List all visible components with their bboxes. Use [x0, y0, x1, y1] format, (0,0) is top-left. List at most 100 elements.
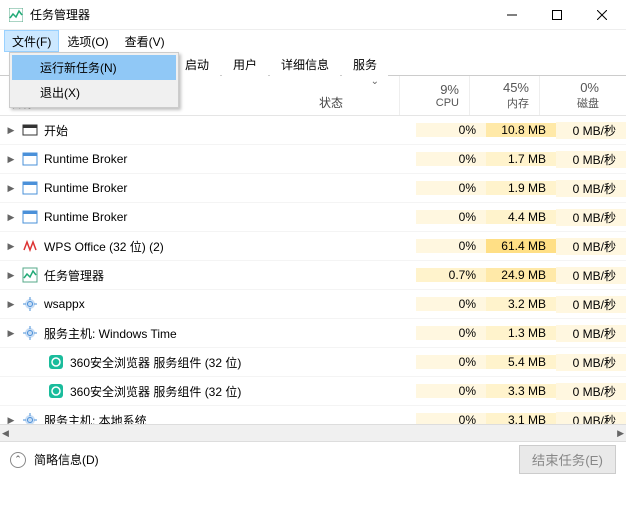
process-row[interactable]: ▶ Runtime Broker 0%1.9 MB0 MB/秒 [0, 174, 626, 203]
360-icon [48, 383, 64, 399]
menu-new-task[interactable]: 运行新任务(N) [12, 55, 176, 80]
scroll-left-icon[interactable]: ◀ [2, 428, 9, 439]
process-row[interactable]: ▶Runtime Broker0%1.7 MB0 MB/秒 [0, 145, 626, 174]
process-mem-cell: 3.3 MB [486, 384, 556, 398]
col-cpu[interactable]: 9% CPU [399, 76, 469, 115]
tab-users[interactable]: 用户 [222, 52, 268, 76]
menu-view[interactable]: 查看(V) [117, 30, 173, 52]
taskmgr-icon [8, 7, 24, 23]
expand-icon[interactable]: ▶ [6, 328, 16, 339]
menu-file[interactable]: 文件(F) [4, 30, 59, 52]
collapse-icon[interactable]: ⌃ [10, 452, 26, 468]
process-row[interactable]: ▶服务主机: 本地系统0%3.1 MB0 MB/秒 [0, 406, 626, 424]
menu-exit[interactable]: 退出(X) [12, 80, 176, 105]
cpu-label: CPU [436, 97, 459, 109]
horizontal-scrollbar[interactable]: ◀ ▶ [0, 424, 626, 441]
process-disk-cell: 0 MB/秒 [556, 325, 626, 342]
process-cpu-cell: 0% [416, 123, 486, 137]
col-memory[interactable]: 45% 内存 [469, 76, 539, 115]
gear-icon [22, 325, 38, 341]
process-mem-cell: 1.7 MB [486, 152, 556, 166]
process-disk-cell: 0 MB/秒 [556, 180, 626, 197]
file-menu-dropdown: 运行新任务(N) 退出(X) [9, 52, 179, 108]
process-cpu-cell: 0.7% [416, 268, 486, 282]
expand-icon[interactable]: ▶ [6, 125, 16, 136]
process-disk-cell: 0 MB/秒 [556, 151, 626, 168]
process-name: Runtime Broker [44, 152, 127, 166]
process-name-cell: ▶服务主机: 本地系统 [0, 412, 336, 425]
tab-services[interactable]: 服务 [342, 52, 388, 76]
process-name-cell: ▶ 任务管理器 [0, 267, 336, 284]
process-mem-cell: 10.8 MB [486, 123, 556, 137]
tab-details[interactable]: 详细信息 [270, 52, 340, 76]
process-cpu-cell: 0% [416, 413, 486, 424]
process-name: 360安全浏览器 服务组件 (32 位) [70, 354, 241, 371]
process-mem-cell: 3.2 MB [486, 297, 556, 311]
expand-icon[interactable]: ▶ [6, 415, 16, 425]
process-name-cell: ▶ Runtime Broker [0, 180, 336, 196]
process-name-cell: ▶ Runtime Broker [0, 151, 336, 167]
expand-icon[interactable]: ▶ [6, 212, 16, 223]
app-icon [22, 209, 38, 225]
process-disk-cell: 0 MB/秒 [556, 209, 626, 226]
brief-info-link[interactable]: 简略信息(D) [34, 451, 99, 468]
minimize-button[interactable] [489, 1, 534, 29]
menubar: 文件(F) 选项(O) 查看(V) [0, 30, 626, 52]
process-mem-cell: 5.4 MB [486, 355, 556, 369]
process-disk-cell: 0 MB/秒 [556, 383, 626, 400]
process-cpu-cell: 0% [416, 239, 486, 253]
process-name-cell: ▶ 服务主机: Windows Time [0, 325, 336, 342]
process-name: WPS Office (32 位) (2) [44, 238, 164, 255]
process-row[interactable]: ▶开始0%10.8 MB0 MB/秒 [0, 116, 626, 145]
process-cpu-cell: 0% [416, 297, 486, 311]
process-name: 360安全浏览器 服务组件 (32 位) [70, 383, 241, 400]
app-icon [22, 180, 38, 196]
process-cpu-cell: 0% [416, 210, 486, 224]
process-name: wsappx [44, 297, 85, 311]
process-cpu-cell: 0% [416, 384, 486, 398]
expand-icon[interactable]: ▶ [6, 183, 16, 194]
process-grid[interactable]: ▶开始0%10.8 MB0 MB/秒▶Runtime Broker0%1.7 M… [0, 116, 626, 424]
process-row[interactable]: ▶ Runtime Broker 0%4.4 MB0 MB/秒 [0, 203, 626, 232]
app-icon [22, 151, 38, 167]
col-disk[interactable]: 0% 磁盘 [539, 76, 609, 115]
process-row[interactable]: 360安全浏览器 服务组件 (32 位)0%5.4 MB0 MB/秒 [0, 348, 626, 377]
start-icon [22, 122, 38, 138]
gear-icon [22, 412, 38, 424]
footer: ⌃ 简略信息(D) 结束任务(E) [0, 441, 626, 477]
end-task-button[interactable]: 结束任务(E) [519, 445, 616, 474]
process-row[interactable]: 360安全浏览器 服务组件 (32 位) 0%3.3 MB0 MB/秒 [0, 377, 626, 406]
process-name: 服务主机: Windows Time [44, 325, 177, 342]
process-row[interactable]: ▶WPS Office (32 位) (2)0%61.4 MB0 MB/秒 [0, 232, 626, 261]
process-mem-cell: 4.4 MB [486, 210, 556, 224]
mem-pct: 45% [503, 80, 529, 95]
process-row[interactable]: ▶wsappx0%3.2 MB0 MB/秒 [0, 290, 626, 319]
gear-icon [22, 296, 38, 312]
scroll-right-icon[interactable]: ▶ [617, 428, 624, 439]
process-name: Runtime Broker [44, 210, 127, 224]
process-name: Runtime Broker [44, 181, 127, 195]
process-mem-cell: 1.3 MB [486, 326, 556, 340]
expand-icon[interactable]: ▶ [6, 270, 16, 281]
disk-pct: 0% [580, 80, 599, 95]
process-mem-cell: 1.9 MB [486, 181, 556, 195]
expand-icon[interactable]: ▶ [6, 241, 16, 252]
process-disk-cell: 0 MB/秒 [556, 354, 626, 371]
maximize-button[interactable] [534, 1, 579, 29]
menu-options[interactable]: 选项(O) [59, 30, 116, 52]
titlebar: 任务管理器 [0, 0, 626, 30]
process-disk-cell: 0 MB/秒 [556, 122, 626, 139]
process-cpu-cell: 0% [416, 326, 486, 340]
process-name-cell: ▶ wsappx [0, 296, 336, 312]
process-disk-cell: 0 MB/秒 [556, 267, 626, 284]
process-name: 任务管理器 [44, 267, 104, 284]
process-row[interactable]: ▶任务管理器0.7%24.9 MB0 MB/秒 [0, 261, 626, 290]
process-cpu-cell: 0% [416, 181, 486, 195]
tab-startup[interactable]: 启动 [174, 52, 220, 76]
close-button[interactable] [579, 1, 624, 29]
sort-indicator-icon: ⌄ [371, 76, 379, 87]
expand-icon[interactable]: ▶ [6, 154, 16, 165]
expand-icon[interactable]: ▶ [6, 299, 16, 310]
col-status[interactable]: 状态 ⌄ [319, 76, 399, 115]
process-row[interactable]: ▶ 服务主机: Windows Time 0%1.3 MB0 MB/秒 [0, 319, 626, 348]
